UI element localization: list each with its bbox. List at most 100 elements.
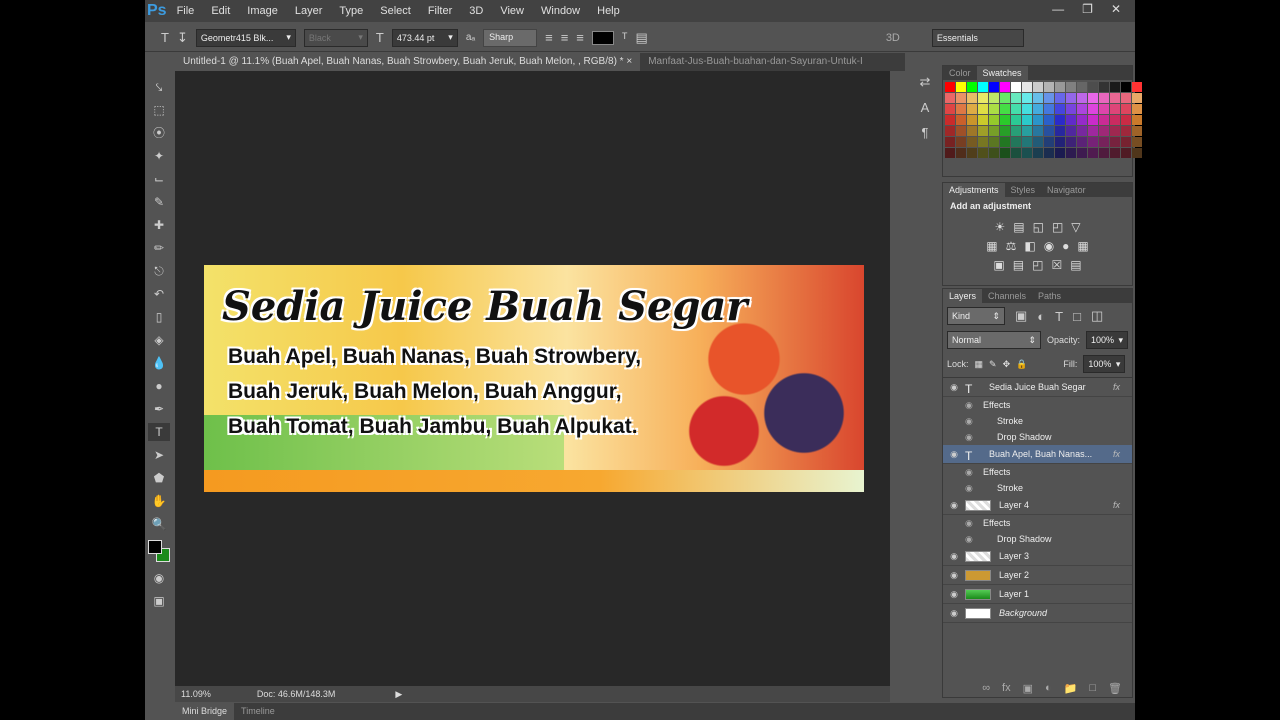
color-swatch[interactable] [945, 82, 955, 92]
color-swatch[interactable] [989, 148, 999, 158]
hand-tool-icon[interactable]: ✋ [148, 492, 170, 510]
color-swatch[interactable] [1000, 82, 1010, 92]
color-swatch[interactable] [1088, 104, 1098, 114]
color-swatch[interactable] [1110, 148, 1120, 158]
color-swatch[interactable] [967, 148, 977, 158]
add-style-icon[interactable]: fx [1002, 682, 1011, 695]
layer-row[interactable]: ◉ Background [943, 604, 1132, 623]
tab-styles[interactable]: Styles [1005, 183, 1042, 197]
filter-adjustment-icon[interactable]: ◐ [1037, 309, 1045, 324]
visibility-eye-icon[interactable]: ◉ [943, 382, 965, 393]
color-swatch[interactable] [1099, 137, 1109, 147]
color-swatch[interactable] [1033, 104, 1043, 114]
eraser-tool-icon[interactable]: ▯ [148, 308, 170, 326]
exposure-icon[interactable]: ◰ [1052, 220, 1063, 234]
color-swatch[interactable] [1055, 137, 1065, 147]
color-swatch[interactable] [1044, 93, 1054, 103]
color-swatch[interactable] [1121, 82, 1131, 92]
color-swatch[interactable] [1066, 104, 1076, 114]
fill-input[interactable]: 100% ▾ [1083, 355, 1126, 373]
lock-position-icon[interactable]: ✥ [1003, 359, 1011, 370]
color-swatch[interactable] [989, 115, 999, 125]
lasso-tool-icon[interactable]: ⦿ [148, 124, 170, 142]
filter-smart-object-icon[interactable]: ◫ [1091, 308, 1103, 324]
invert-icon[interactable]: ▣ [993, 258, 1004, 272]
color-swatch[interactable] [1022, 82, 1032, 92]
color-swatch[interactable] [956, 93, 966, 103]
color-swatch[interactable] [1011, 137, 1021, 147]
type-tool-icon[interactable]: T [148, 423, 170, 441]
color-swatch[interactable] [1088, 148, 1098, 158]
tab-untitled-1[interactable]: Untitled-1 @ 11.1% (Buah Apel, Buah Nana… [175, 53, 641, 71]
blend-mode-select[interactable]: Normal ⇕ [947, 331, 1041, 349]
color-swatch[interactable] [1044, 82, 1054, 92]
photo-filter-icon[interactable]: ◉ [1044, 239, 1054, 253]
color-swatch[interactable] [967, 126, 977, 136]
color-swatch[interactable] [1000, 137, 1010, 147]
color-swatch[interactable] [1088, 115, 1098, 125]
move-tool-icon[interactable]: ⤥ [148, 78, 170, 96]
black-white-icon[interactable]: ◧ [1024, 239, 1035, 253]
minimize-icon[interactable]: — [1052, 2, 1064, 16]
lock-transparency-icon[interactable]: ▦ [975, 359, 984, 370]
paint-bucket-icon[interactable]: ◈ [148, 331, 170, 349]
selective-color-icon[interactable]: ☒ [1051, 258, 1062, 272]
color-swatch[interactable] [1066, 137, 1076, 147]
color-swatch[interactable] [1088, 82, 1098, 92]
color-swatch[interactable] [1077, 126, 1087, 136]
layer-effect-row[interactable]: ◉ Effects [943, 397, 1132, 413]
menu-type[interactable]: Type [339, 5, 363, 17]
color-swatch[interactable] [1000, 93, 1010, 103]
color-swatch[interactable] [978, 93, 988, 103]
new-group-icon[interactable]: 📁 [1064, 682, 1078, 695]
fx-icon[interactable]: fx [1113, 500, 1120, 510]
channel-mixer-icon[interactable]: ● [1062, 239, 1069, 253]
color-swatch[interactable] [1066, 93, 1076, 103]
color-swatch[interactable] [1022, 148, 1032, 158]
color-swatch[interactable] [1099, 104, 1109, 114]
threshold-icon[interactable]: ◰ [1032, 258, 1043, 272]
color-swatch[interactable] [1055, 93, 1065, 103]
font-family-select[interactable]: Geometr415 Blk... ▾ [195, 28, 296, 47]
layer-row[interactable]: ◉ T Sedia Juice Buah Segar fx [943, 378, 1132, 397]
color-swatch[interactable] [945, 126, 955, 136]
clone-stamp-icon[interactable]: ⎋ [148, 262, 170, 280]
effect-eye-icon[interactable]: ◉ [965, 467, 983, 478]
color-swatch[interactable] [1022, 126, 1032, 136]
effect-eye-icon[interactable]: ◉ [965, 483, 997, 494]
color-lookup-icon[interactable]: ▦ [1077, 239, 1088, 253]
color-swatch[interactable] [989, 93, 999, 103]
color-swatch[interactable] [978, 115, 988, 125]
color-swatch[interactable] [945, 137, 955, 147]
color-swatch[interactable] [978, 82, 988, 92]
color-swatch[interactable] [945, 148, 955, 158]
status-menu-arrow-icon[interactable]: ▶ [395, 689, 402, 700]
menu-window[interactable]: Window [541, 5, 580, 17]
color-swatch[interactable] [1088, 126, 1098, 136]
color-swatches[interactable] [147, 538, 171, 564]
color-swatch[interactable] [1121, 93, 1131, 103]
color-swatch[interactable] [1033, 126, 1043, 136]
screen-mode-icon[interactable]: ▣ [148, 592, 170, 610]
tab-paths[interactable]: Paths [1032, 289, 1067, 303]
color-swatch[interactable] [967, 115, 977, 125]
zoom-level[interactable]: 11.09% [181, 689, 211, 699]
color-swatch[interactable] [1066, 148, 1076, 158]
tab-close-icon[interactable]: × [626, 56, 632, 67]
color-swatch[interactable] [1033, 137, 1043, 147]
color-swatch[interactable] [978, 126, 988, 136]
menu-3d[interactable]: 3D [469, 5, 483, 17]
color-swatch[interactable] [1121, 115, 1131, 125]
restore-icon[interactable]: ❐ [1082, 2, 1093, 16]
align-left-icon[interactable]: ≡ [545, 30, 553, 45]
layer-effect-row[interactable]: ◉ Stroke [943, 413, 1132, 429]
color-swatch[interactable] [1011, 93, 1021, 103]
color-swatch[interactable] [1066, 115, 1076, 125]
color-swatch[interactable] [967, 93, 977, 103]
layer-row[interactable]: ◉ T Buah Apel, Buah Nanas... fx [943, 445, 1132, 464]
kind-filter-select[interactable]: Kind ⇕ [947, 307, 1005, 325]
vibrance-icon[interactable]: ▽ [1071, 220, 1080, 234]
document-canvas[interactable]: Sedia Juice Buah Segar Buah Apel, Buah N… [204, 265, 864, 492]
canvas-area[interactable]: Sedia Juice Buah Segar Buah Apel, Buah N… [175, 71, 890, 686]
add-mask-icon[interactable]: ▣ [1023, 682, 1033, 695]
